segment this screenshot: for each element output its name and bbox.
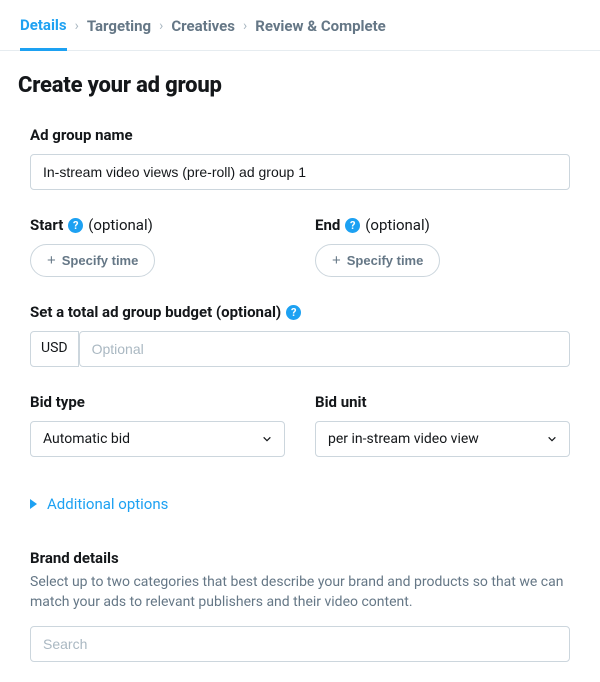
brand-search-input[interactable] <box>30 626 570 662</box>
chevron-right-icon: › <box>243 18 247 48</box>
start-specify-time-button[interactable]: + Specify time <box>30 244 155 277</box>
additional-options-toggle[interactable]: Additional options <box>30 495 570 513</box>
triangle-right-icon <box>30 499 37 509</box>
chevron-right-icon: › <box>75 18 79 48</box>
end-optional: (optional) <box>365 216 430 234</box>
bid-unit-value: per in-stream video view <box>328 431 479 447</box>
end-specify-time-button[interactable]: + Specify time <box>315 244 440 277</box>
page-title: Create your ad group <box>18 73 582 98</box>
bid-type-select[interactable]: Automatic bid <box>30 421 285 457</box>
plus-icon: + <box>332 252 341 269</box>
help-icon[interactable]: ? <box>68 218 83 233</box>
budget-input[interactable] <box>79 331 570 367</box>
start-label: Start ? (optional) <box>30 216 285 234</box>
chevron-down-icon <box>547 434 557 444</box>
wizard-tabs: Details › Targeting › Creatives › Review… <box>0 0 600 51</box>
plus-icon: + <box>47 252 56 269</box>
start-label-text: Start <box>30 216 63 234</box>
brand-details-heading: Brand details <box>30 549 570 567</box>
help-icon[interactable]: ? <box>345 218 360 233</box>
tab-review[interactable]: Review & Complete <box>255 17 386 49</box>
bid-unit-select[interactable]: per in-stream video view <box>315 421 570 457</box>
budget-label-text: Set a total ad group budget (optional) <box>30 303 281 321</box>
chevron-down-icon <box>262 434 272 444</box>
end-label-text: End <box>315 216 340 234</box>
start-button-label: Specify time <box>62 253 139 268</box>
ad-group-name-input[interactable] <box>30 154 570 190</box>
tab-details[interactable]: Details <box>20 16 67 51</box>
bid-unit-label: Bid unit <box>315 393 570 411</box>
budget-label: Set a total ad group budget (optional) ? <box>30 303 570 321</box>
tab-targeting[interactable]: Targeting <box>87 17 151 49</box>
ad-group-name-label: Ad group name <box>30 126 570 144</box>
end-label: End ? (optional) <box>315 216 570 234</box>
brand-details-description: Select up to two categories that best de… <box>30 573 570 612</box>
additional-options-label: Additional options <box>47 495 168 513</box>
chevron-right-icon: › <box>159 18 163 48</box>
start-optional: (optional) <box>88 216 153 234</box>
bid-type-label: Bid type <box>30 393 285 411</box>
end-button-label: Specify time <box>347 253 424 268</box>
help-icon[interactable]: ? <box>286 305 301 320</box>
tab-creatives[interactable]: Creatives <box>171 17 235 49</box>
bid-type-value: Automatic bid <box>43 431 130 447</box>
budget-currency[interactable]: USD <box>30 331 79 367</box>
